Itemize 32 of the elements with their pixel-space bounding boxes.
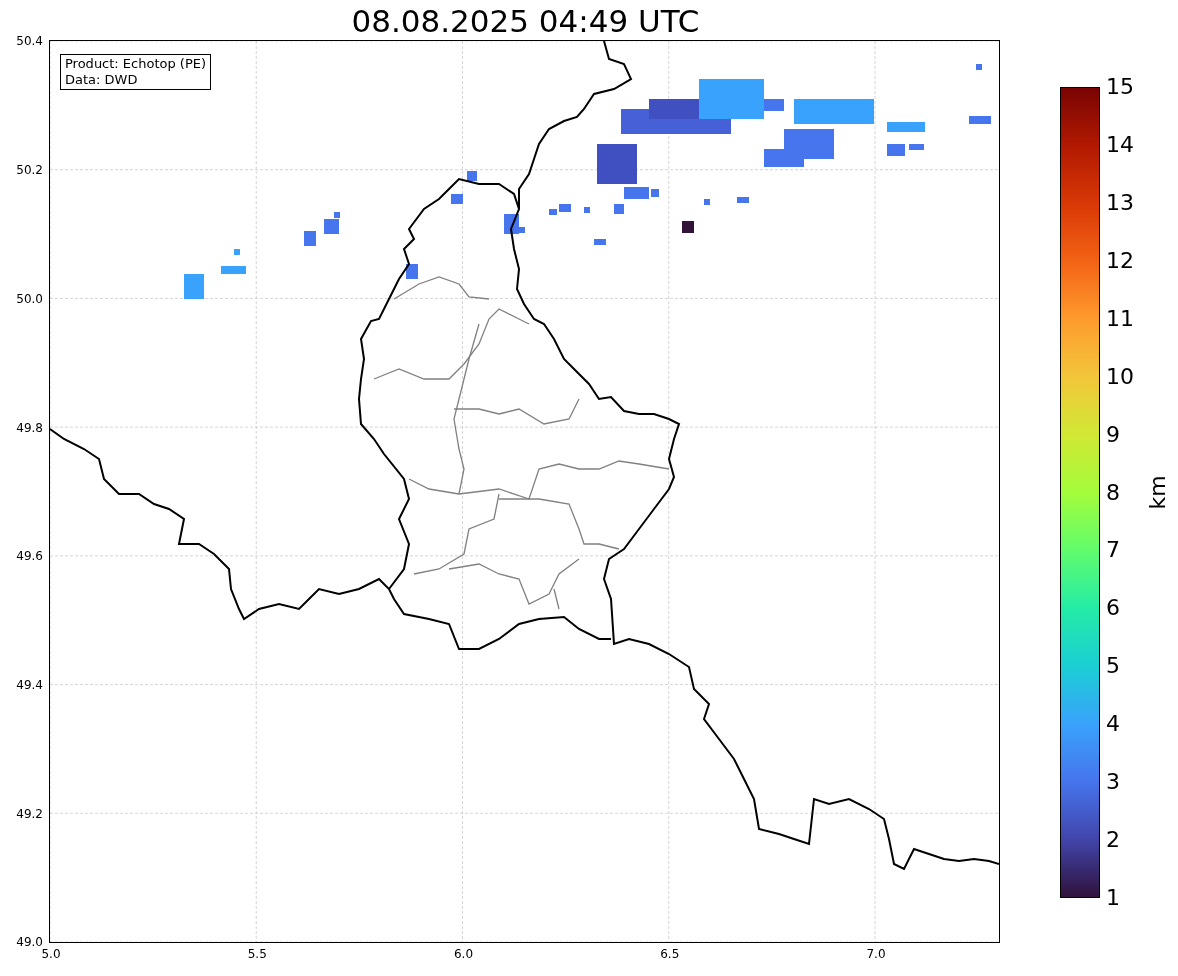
colorbar-tick-label: 13 [1106,190,1134,215]
y-tick-label: 49.6 [16,549,43,564]
y-tick-label: 50.2 [16,163,43,178]
colorbar-tick-label: 2 [1106,828,1120,853]
chart-title: 08.08.2025 04:49 UTC [351,2,700,42]
x-tick-label: 6.0 [453,947,474,962]
x-tick-label: 6.5 [660,947,680,962]
info-text: Data: DWD [65,72,139,89]
colorbar-tick-label: 12 [1106,248,1134,273]
y-tick-label: 49.8 [16,420,43,435]
colorbar-tick-label: 15 [1106,75,1134,99]
info-text: Product: Echotop (PE) [65,56,207,73]
x-tick-label: 5.0 [41,947,61,962]
colorbar-tick-label: 4 [1106,712,1120,737]
x-tick-label: 7.0 [866,947,886,962]
y-tick-label: 49.0 [16,935,43,950]
colorbar-tick-label: 1 [1106,886,1120,910]
colorbar-tick-label: 11 [1106,306,1134,331]
y-tick-label: 49.4 [16,678,43,692]
colorbar-tick-label: 10 [1106,364,1134,389]
colorbar-label: km [1143,475,1171,510]
colorbar-tick-label: 8 [1106,480,1120,505]
colorbar-tick-label: 3 [1106,770,1120,795]
y-tick-label: 50.4 [16,34,43,49]
colorbar-tick-label: 9 [1106,422,1120,447]
y-tick-label: 50.0 [16,291,43,306]
colorbar-tick-label: 6 [1106,596,1120,621]
x-tick-label: 5.5 [247,947,267,962]
colorbar-tick-label: 14 [1106,132,1134,157]
colorbar-tick-label: 5 [1106,654,1120,679]
colorbar-tick-label: 7 [1106,538,1120,563]
y-tick-label: 49.2 [16,806,43,821]
